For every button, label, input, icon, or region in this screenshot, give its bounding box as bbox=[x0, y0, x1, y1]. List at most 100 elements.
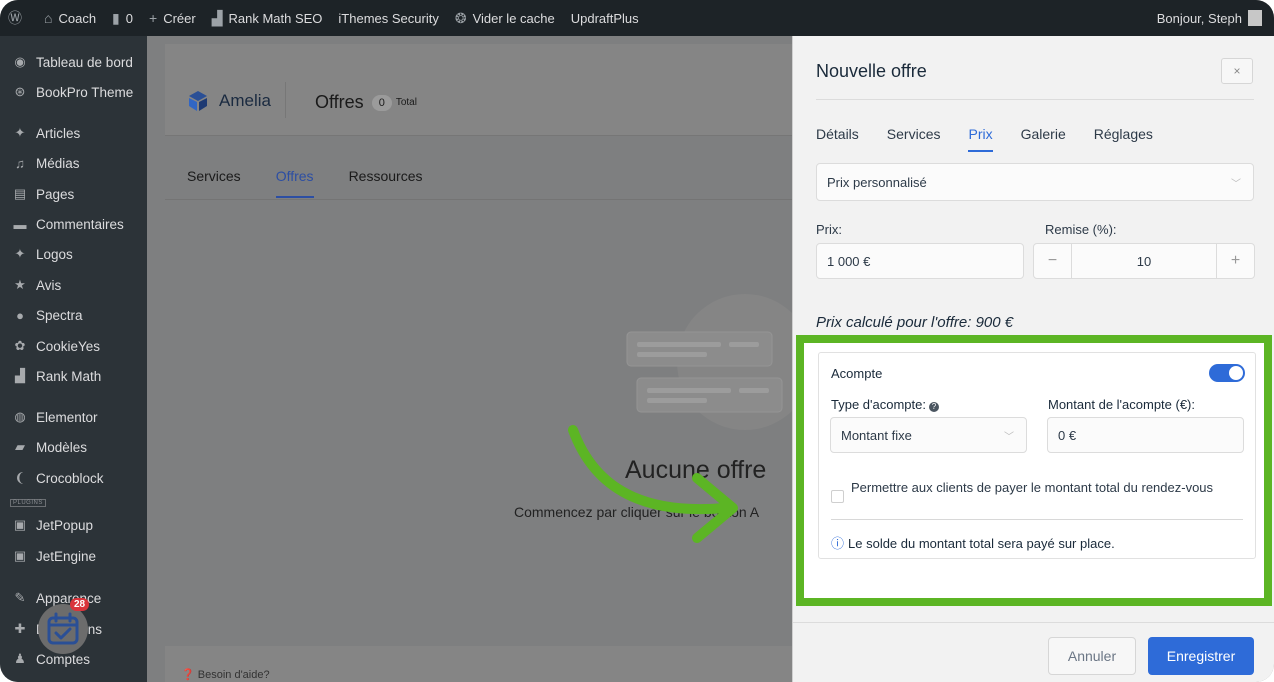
jet-icon: ▣ bbox=[13, 548, 27, 563]
main-tabs: Services Offres Ressources bbox=[187, 168, 457, 198]
header-divider bbox=[285, 82, 286, 118]
spectra-icon: ● bbox=[16, 307, 24, 323]
wordpress-logo-icon[interactable]: Ⓦ bbox=[0, 0, 36, 36]
theme-icon: ⊛ bbox=[14, 84, 26, 99]
sidebar-item-templates[interactable]: ▰ Modèles bbox=[0, 433, 147, 461]
comment-icon: ▬ bbox=[13, 216, 27, 232]
deposit-note: ⓘ Le solde du montant total sera payé sur… bbox=[831, 536, 1115, 551]
home-icon: ⌂ bbox=[44, 10, 53, 26]
discount-label: Remise (%): bbox=[1045, 222, 1117, 237]
increment-button[interactable]: + bbox=[1217, 244, 1254, 278]
deposit-title: Acompte bbox=[831, 366, 883, 381]
tab-settings[interactable]: Réglages bbox=[1094, 126, 1153, 152]
discount-stepper: − 10 + bbox=[1033, 243, 1255, 279]
sidebar-item-cookieyes[interactable]: ✿ CookieYes bbox=[0, 332, 147, 360]
offers-count-badge: 0 bbox=[371, 94, 392, 111]
notification-count-badge: 28 bbox=[70, 598, 90, 611]
ithemes-link[interactable]: iThemes Security bbox=[330, 0, 446, 36]
deposit-amount-label: Montant de l'acompte (€): bbox=[1048, 397, 1195, 412]
sidebar-item-pages[interactable]: ▤ Pages bbox=[0, 180, 147, 208]
amelia-logo: Amelia bbox=[187, 90, 271, 112]
full-payment-checkbox[interactable] bbox=[831, 490, 844, 503]
deposit-type-label: Type d'acompte:? bbox=[831, 397, 939, 412]
full-payment-label[interactable]: Permettre aux clients de payer le montan… bbox=[851, 479, 1231, 496]
dialog-divider bbox=[816, 99, 1254, 100]
account-menu[interactable]: Bonjour, Steph bbox=[1149, 0, 1274, 36]
sidebar-item-logos[interactable]: ✦ Logos bbox=[0, 240, 147, 268]
deposit-divider bbox=[831, 519, 1243, 520]
chevron-down-icon: ﹀ bbox=[1004, 431, 1014, 443]
sidebar-item-elementor[interactable]: ◍ Elementor bbox=[0, 403, 147, 431]
tab-services[interactable]: Services bbox=[187, 168, 241, 198]
page-icon: ▤ bbox=[13, 186, 27, 201]
sidebar-item-bookpro[interactable]: ⊛ BookPro Theme bbox=[0, 78, 147, 106]
sidebar-item-media[interactable]: ♫ Médias bbox=[0, 149, 147, 177]
plugin-icon: ✚ bbox=[14, 621, 26, 636]
comments-link[interactable]: ▮ 0 bbox=[104, 0, 141, 36]
sidebar-item-crocoblock[interactable]: ❨ Crocoblock bbox=[0, 464, 147, 492]
rankmath-link[interactable]: ▟ Rank Math SEO bbox=[204, 0, 331, 36]
close-button[interactable]: × bbox=[1221, 58, 1253, 84]
avatar bbox=[1248, 10, 1262, 26]
jet-icon: ▣ bbox=[13, 517, 27, 532]
tabs-divider bbox=[165, 199, 805, 200]
calculated-price: Prix calculé pour l'offre: 900 € bbox=[816, 314, 1014, 331]
sidebar-item-reviews[interactable]: ★ Avis bbox=[0, 271, 147, 299]
decrement-button[interactable]: − bbox=[1034, 244, 1071, 278]
site-name-link[interactable]: ⌂ Coach bbox=[36, 0, 104, 36]
amelia-logo-icon bbox=[189, 91, 207, 111]
chart-icon: ▟ bbox=[15, 368, 25, 383]
admin-sidebar: ◉ Tableau de bord ⊛ BookPro Theme ✦ Article… bbox=[0, 36, 147, 682]
clear-cache-link[interactable]: ❂ Vider le cache bbox=[447, 0, 563, 36]
price-input[interactable]: 1 000 € bbox=[816, 243, 1024, 279]
sidebar-item-spectra[interactable]: ● Spectra bbox=[0, 301, 147, 329]
deposit-toggle[interactable] bbox=[1209, 364, 1245, 382]
sidebar-item-dashboard[interactable]: ◉ Tableau de bord bbox=[0, 48, 147, 76]
sidebar-item-articles[interactable]: ✦ Articles bbox=[0, 119, 147, 147]
sidebar-item-rankmath[interactable]: ▟ Rank Math bbox=[0, 362, 147, 390]
dashboard-icon: ◉ bbox=[14, 54, 26, 69]
sidebar-item-comments[interactable]: ▬ Commentaires bbox=[0, 210, 147, 238]
help-icon: ❓ bbox=[181, 669, 198, 681]
discount-input[interactable]: 10 bbox=[1071, 244, 1217, 278]
calendar-check-icon bbox=[47, 612, 79, 645]
brush-icon: ✎ bbox=[14, 590, 26, 605]
media-icon: ♫ bbox=[15, 155, 25, 171]
tab-offers[interactable]: Offres bbox=[275, 168, 314, 198]
elementor-icon: ◍ bbox=[14, 409, 26, 424]
amelia-page: Amelia Offres 0 Total Services Offres Re… bbox=[165, 44, 805, 682]
toggle-knob bbox=[1229, 366, 1243, 380]
tab-price[interactable]: Prix bbox=[968, 126, 993, 152]
pin-icon: ✦ bbox=[14, 125, 26, 140]
tab-gallery[interactable]: Galerie bbox=[1021, 126, 1066, 152]
comment-icon: ▮ bbox=[112, 9, 120, 26]
deposit-amount-input[interactable]: 0 € bbox=[1047, 417, 1244, 453]
tab-details[interactable]: Détails bbox=[816, 126, 859, 152]
tab-services[interactable]: Services bbox=[887, 126, 941, 152]
tab-resources[interactable]: Ressources bbox=[349, 168, 423, 198]
new-content-link[interactable]: + Créer bbox=[141, 0, 204, 36]
chart-icon: ▟ bbox=[211, 9, 223, 26]
floating-calendar-button[interactable] bbox=[38, 604, 88, 654]
dialog-title: Nouvelle offre bbox=[816, 61, 927, 81]
empty-state-illustration bbox=[626, 294, 795, 430]
price-type-select[interactable]: Prix personnalisé ﹀ bbox=[816, 163, 1254, 201]
help-icon[interactable]: ? bbox=[928, 402, 939, 412]
highlight-box: Acompte Type d'acompte:? Montant de l'ac… bbox=[796, 335, 1272, 606]
price-label: Prix: bbox=[816, 222, 842, 237]
deposit-type-select[interactable]: Montant fixe ﹀ bbox=[830, 417, 1027, 453]
save-button[interactable]: Enregistrer bbox=[1148, 637, 1254, 675]
sidebar-item-jetengine[interactable]: ▣ JetEngine bbox=[0, 542, 147, 570]
page-title: Offres 0 Total bbox=[315, 92, 417, 112]
crocoblock-icon: ❨ bbox=[14, 470, 26, 485]
updraftplus-link[interactable]: UpdraftPlus bbox=[563, 0, 647, 36]
deposit-card: Acompte Type d'acompte:? Montant de l'ac… bbox=[818, 352, 1256, 559]
chevron-down-icon: ﹀ bbox=[1231, 178, 1241, 190]
offers-total-label: Total bbox=[395, 97, 417, 108]
cheetah-icon: ❂ bbox=[454, 9, 467, 26]
green-arrow-annotation bbox=[568, 425, 738, 543]
help-link[interactable]: ❓ Besoin d'aide? bbox=[181, 668, 270, 681]
cancel-button[interactable]: Annuler bbox=[1048, 637, 1136, 675]
sidebar-item-jetpopup[interactable]: ▣ JetPopup bbox=[0, 511, 147, 539]
folder-icon: ▰ bbox=[15, 439, 25, 454]
